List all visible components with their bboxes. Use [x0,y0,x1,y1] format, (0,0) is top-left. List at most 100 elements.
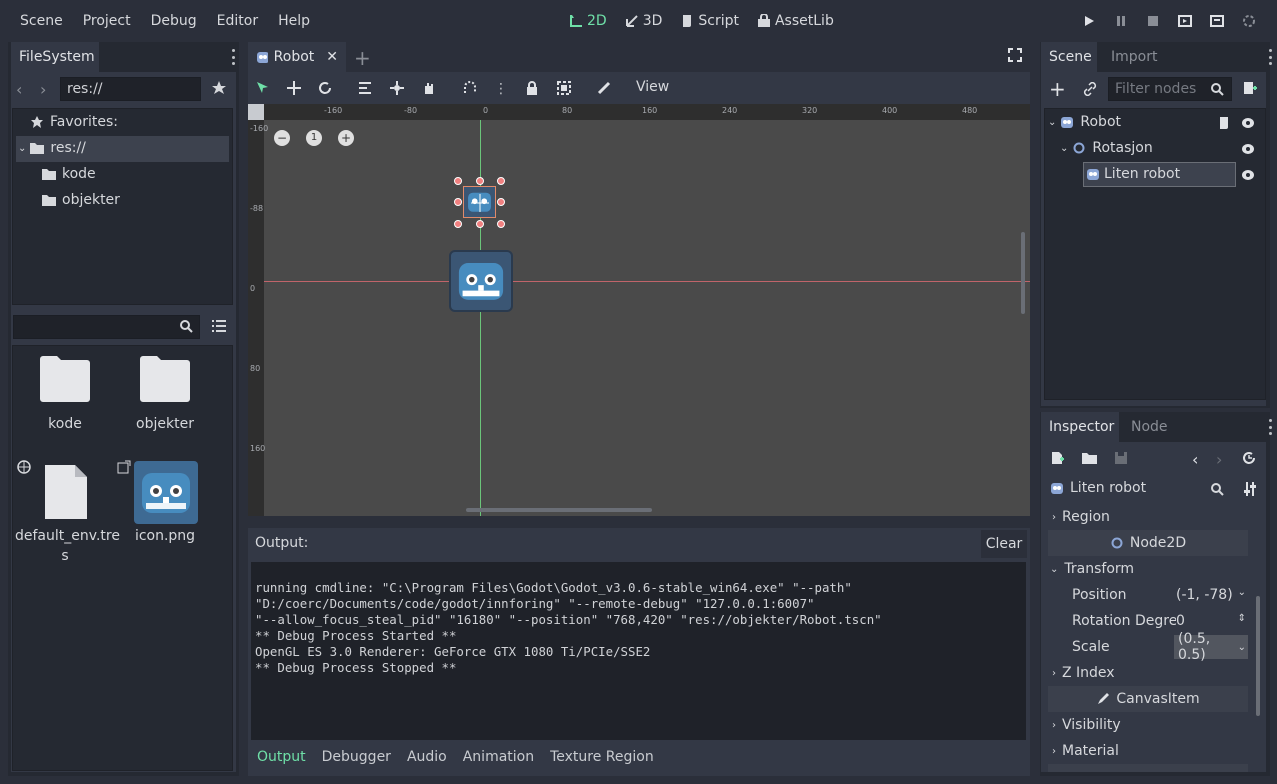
file-default-env-icon[interactable] [44,464,88,524]
pause-icon[interactable] [1105,15,1137,27]
folder-objekter-icon[interactable] [140,356,190,406]
chevron-down-icon[interactable]: ⌄ [18,143,26,154]
scene-menu-icon[interactable] [1266,49,1274,65]
tree-item-kode[interactable]: kode [42,166,96,182]
history-icon[interactable] [1242,451,1256,469]
workspace-3d-button[interactable]: 3D [625,13,662,29]
play-icon[interactable] [1073,15,1105,27]
clear-button[interactable]: Clear [981,530,1027,558]
back-icon[interactable]: ‹ [16,80,30,99]
visibility-eye-icon[interactable] [1241,117,1255,133]
tab-filesystem[interactable]: FileSystem [11,42,99,72]
play-scene-icon[interactable] [1169,15,1201,27]
menu-scene[interactable]: Scene [20,13,63,29]
folder-kode-icon[interactable] [40,356,90,406]
section-material[interactable]: › Material [1048,738,1248,764]
tab-debugger[interactable]: Debugger [322,749,391,765]
history-forward-icon[interactable]: › [1216,450,1222,469]
list-view-icon[interactable] [212,320,226,336]
tab-inspector[interactable]: Inspector [1041,412,1119,442]
zoom-reset-button[interactable]: 1 [306,130,322,146]
new-resource-icon[interactable] [1050,451,1064,469]
menu-editor[interactable]: Editor [217,13,258,29]
view-menu[interactable]: View [636,79,669,95]
distraction-free-icon[interactable] [1008,48,1022,66]
visibility-eye-icon[interactable] [1241,143,1255,159]
visibility-eye-icon[interactable] [1241,169,1255,185]
group-icon[interactable] [557,81,571,99]
tab-node[interactable]: Node [1123,412,1176,442]
play-custom-scene-icon[interactable] [1201,15,1233,27]
skeleton-icon[interactable] [597,81,611,99]
list-select-icon[interactable] [358,81,372,99]
workspace-script-button[interactable]: Script [680,13,739,29]
file-icon-png-selected[interactable] [134,461,198,524]
script-attached-icon[interactable] [1217,116,1231,134]
pan-tool-icon[interactable] [422,81,436,99]
tab-texture-region[interactable]: Texture Region [550,749,654,765]
rotate-tool-icon[interactable] [318,81,332,99]
history-back-icon[interactable]: ‹ [1192,450,1198,469]
object-properties-icon[interactable] [1243,481,1257,501]
forward-icon[interactable]: › [40,80,54,99]
section-visibility[interactable]: › Visibility [1048,712,1248,738]
node-robot[interactable]: ⌄ Robot [1048,114,1121,130]
selection-handles[interactable] [453,176,507,230]
inspector-scrollbar[interactable] [1256,596,1260,716]
menu-debug[interactable]: Debug [151,13,197,29]
chevron-down-icon[interactable]: ⌄ [1060,143,1068,154]
lock-icon[interactable] [525,81,539,99]
save-icon[interactable] [1114,451,1128,469]
pivot-tool-icon[interactable] [390,81,404,99]
menu-help[interactable]: Help [278,13,310,29]
workspace-2d-button[interactable]: 2D [569,13,607,29]
tab-scene[interactable]: Scene [1041,42,1097,72]
open-folder-icon[interactable] [1082,452,1098,468]
tab-robot[interactable]: Robot ✕ [248,42,346,72]
vertical-scrollbar[interactable] [1021,232,1025,314]
move-tool-icon[interactable] [287,81,301,99]
instance-link-icon[interactable] [1083,81,1097,100]
inspector-menu-icon[interactable] [1266,419,1274,435]
add-tab-icon[interactable]: + [354,46,371,70]
filesystem-menu-icon[interactable] [229,49,237,65]
section-zindex[interactable]: › Z Index [1048,660,1248,686]
section-canvasitem[interactable]: CanvasItem [1048,686,1248,712]
node-liten-robot[interactable]: Liten robot [1086,166,1180,182]
tab-output[interactable]: Output [257,749,306,765]
horizontal-scrollbar[interactable] [466,508,652,512]
favorites-item[interactable]: Favorites: [30,114,118,130]
section-node2d[interactable]: Node2D [1048,530,1248,556]
rotation-spinbox[interactable]: 0 ⇕ [1176,613,1246,629]
inspected-object[interactable]: Liten robot [1050,480,1146,496]
snap-options-icon[interactable]: ⋮ [494,81,508,97]
tab-audio[interactable]: Audio [407,749,447,765]
add-node-icon[interactable]: + [1049,79,1066,99]
tab-animation[interactable]: Animation [463,749,534,765]
workspace-assetlib-button[interactable]: AssetLib [757,13,834,29]
menu-project[interactable]: Project [83,13,131,29]
tree-item-objekter[interactable]: objekter [42,192,120,208]
chevron-down-icon[interactable]: ⌄ [1048,117,1056,128]
position-value[interactable]: (-1, -78) ⌄ [1176,587,1246,603]
close-tab-icon[interactable]: ✕ [326,49,338,65]
select-tool-icon[interactable] [256,81,270,99]
search-icon[interactable] [1210,482,1224,500]
section-transform[interactable]: ⌄ Transform [1048,556,1248,582]
scale-value[interactable]: (0.5, 0.5) ⌄ [1174,631,1248,663]
file-search-input[interactable] [13,315,200,339]
search-icon[interactable] [1210,82,1224,100]
path-field[interactable]: res:// [60,77,201,101]
zoom-out-icon[interactable]: − [274,130,290,146]
node-rotasjon[interactable]: ⌄ Rotasjon [1060,140,1153,156]
section-region[interactable]: › Region [1048,504,1248,530]
spin-arrows-icon[interactable]: ⇕ [1238,613,1246,629]
search-icon[interactable] [179,319,193,337]
zoom-in-icon[interactable]: + [338,130,354,146]
robot-sprite[interactable] [449,250,513,312]
snap-icon[interactable] [463,81,477,99]
attach-script-icon[interactable] [1243,81,1257,99]
tab-import[interactable]: Import [1103,42,1165,72]
stop-icon[interactable] [1137,15,1169,27]
canvas-viewport[interactable]: -160 -80 0 80 160 240 320 400 480 -160 -… [248,104,1030,516]
